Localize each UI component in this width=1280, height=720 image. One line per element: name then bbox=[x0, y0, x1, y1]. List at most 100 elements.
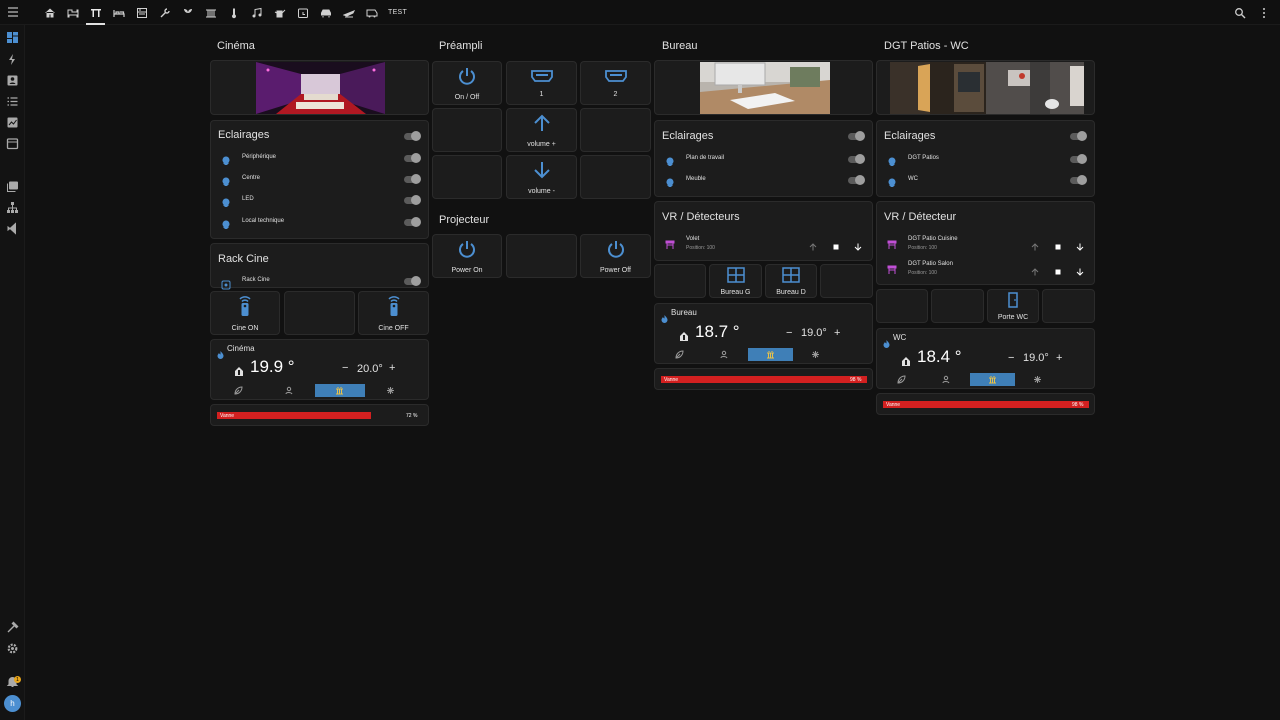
shutter-open-icon[interactable] bbox=[1031, 238, 1039, 251]
menu-icon[interactable] bbox=[6, 5, 20, 19]
increase-temp-button[interactable]: + bbox=[389, 362, 395, 374]
lightbulb-icon[interactable] bbox=[887, 154, 897, 166]
bed-icon[interactable] bbox=[107, 0, 130, 25]
empty-button[interactable] bbox=[432, 155, 502, 199]
light-toggle-local-technique[interactable] bbox=[404, 217, 421, 227]
bureau-d-button[interactable]: Bureau D bbox=[765, 264, 817, 298]
window-shutter-icon[interactable] bbox=[665, 237, 675, 249]
empty-button[interactable] bbox=[580, 108, 651, 152]
tab-test[interactable]: TEST bbox=[388, 9, 407, 16]
frost-mode-icon[interactable] bbox=[365, 384, 416, 397]
camper-icon[interactable] bbox=[360, 0, 383, 25]
dashboard-icon[interactable] bbox=[6, 31, 19, 44]
increase-temp-button[interactable]: + bbox=[834, 327, 840, 339]
account-box-icon[interactable] bbox=[6, 74, 19, 87]
sofa-icon[interactable] bbox=[61, 0, 84, 25]
shutter-close-icon[interactable] bbox=[1076, 238, 1084, 251]
search-icon[interactable] bbox=[1234, 6, 1246, 24]
window-shutter-icon[interactable] bbox=[887, 237, 897, 249]
lightbulb-icon[interactable] bbox=[665, 154, 675, 166]
shutter-close-icon[interactable] bbox=[854, 238, 862, 251]
dgt-picture-card[interactable] bbox=[876, 60, 1095, 115]
empty-button[interactable] bbox=[931, 289, 984, 323]
lightbulb-icon[interactable] bbox=[221, 195, 231, 207]
frost-mode-icon[interactable] bbox=[1015, 373, 1060, 386]
calendar-clock-icon[interactable] bbox=[291, 0, 314, 25]
empty-button[interactable] bbox=[506, 234, 577, 278]
frost-mode-icon[interactable] bbox=[793, 348, 838, 361]
porte-wc-button[interactable]: Porte WC bbox=[987, 289, 1039, 323]
away-mode-icon[interactable] bbox=[702, 348, 747, 361]
window-shutter-icon[interactable] bbox=[887, 262, 897, 274]
shutter-open-icon[interactable] bbox=[809, 238, 817, 251]
decrease-temp-button[interactable]: − bbox=[1008, 352, 1014, 364]
volume-up-button[interactable]: volume + bbox=[506, 108, 577, 152]
watering-can-icon[interactable] bbox=[268, 0, 291, 25]
avatar[interactable]: h bbox=[4, 695, 21, 712]
eco-mode-icon[interactable] bbox=[213, 384, 264, 397]
chart-icon[interactable] bbox=[6, 116, 19, 129]
bureau-picture-card[interactable] bbox=[654, 60, 873, 115]
settings-icon[interactable] bbox=[6, 642, 19, 655]
away-mode-icon[interactable] bbox=[264, 384, 315, 397]
projector-power-on-button[interactable]: Power On bbox=[432, 234, 502, 278]
heat-mode-icon[interactable] bbox=[747, 348, 793, 361]
light-toggle-dgt-patios[interactable] bbox=[1070, 154, 1087, 164]
calendar-icon[interactable] bbox=[6, 137, 19, 150]
light-toggle-plan-de-travail[interactable] bbox=[848, 154, 865, 164]
more-vert-icon[interactable] bbox=[1258, 6, 1270, 24]
empty-button[interactable] bbox=[284, 291, 355, 335]
light-toggle-peripherique[interactable] bbox=[404, 153, 421, 163]
home-icon[interactable] bbox=[38, 0, 61, 25]
dgt-lights-master-toggle[interactable] bbox=[1070, 131, 1087, 141]
light-toggle-wc[interactable] bbox=[1070, 175, 1087, 185]
cine-off-button[interactable]: Cine OFF bbox=[358, 291, 429, 335]
increase-temp-button[interactable]: + bbox=[1056, 352, 1062, 364]
hdmi-2-button[interactable]: 2 bbox=[580, 61, 651, 105]
shutter-stop-icon[interactable] bbox=[1054, 263, 1062, 275]
car-icon[interactable] bbox=[314, 0, 337, 25]
decrease-temp-button[interactable]: − bbox=[342, 362, 348, 374]
light-toggle-led[interactable] bbox=[404, 195, 421, 205]
hdmi-1-button[interactable]: 1 bbox=[506, 61, 577, 105]
lightbulb-icon[interactable] bbox=[221, 174, 231, 186]
garden-icon[interactable] bbox=[176, 0, 199, 25]
tools-icon[interactable] bbox=[153, 0, 176, 25]
thermometer-icon[interactable] bbox=[222, 0, 245, 25]
eco-mode-icon[interactable] bbox=[879, 373, 924, 386]
shutter-stop-icon[interactable] bbox=[832, 238, 840, 250]
preampli-power-button[interactable]: On / Off bbox=[432, 61, 502, 105]
list-icon[interactable] bbox=[6, 95, 19, 108]
sitemap-icon[interactable] bbox=[6, 201, 19, 214]
shutter-open-icon[interactable] bbox=[1031, 263, 1039, 276]
eco-mode-icon[interactable] bbox=[657, 348, 702, 361]
lightbulb-icon[interactable] bbox=[221, 217, 231, 229]
cinema-picture-card[interactable] bbox=[210, 60, 429, 115]
empty-button[interactable] bbox=[1042, 289, 1095, 323]
cine-on-button[interactable]: Cine ON bbox=[210, 291, 280, 335]
media-icon[interactable] bbox=[6, 180, 19, 193]
shutter-close-icon[interactable] bbox=[1076, 263, 1084, 276]
empty-button[interactable] bbox=[820, 264, 873, 298]
empty-button[interactable] bbox=[432, 108, 502, 152]
cinema-lights-master-toggle[interactable] bbox=[404, 131, 421, 141]
hammer-icon[interactable] bbox=[6, 621, 19, 634]
lightning-icon[interactable] bbox=[6, 53, 19, 66]
empty-button[interactable] bbox=[876, 289, 928, 323]
away-mode-icon[interactable] bbox=[924, 373, 969, 386]
light-toggle-centre[interactable] bbox=[404, 174, 421, 184]
shutter-stop-icon[interactable] bbox=[1054, 238, 1062, 250]
heat-mode-icon[interactable] bbox=[314, 384, 366, 397]
plane-icon[interactable] bbox=[337, 0, 360, 25]
theater-icon[interactable] bbox=[84, 0, 107, 25]
vscode-icon[interactable] bbox=[6, 222, 19, 235]
lightbulb-icon[interactable] bbox=[221, 153, 231, 165]
projector-power-off-button[interactable]: Power Off bbox=[580, 234, 651, 278]
lightbulb-icon[interactable] bbox=[665, 175, 675, 187]
bureau-g-button[interactable]: Bureau G bbox=[709, 264, 762, 298]
empty-button[interactable] bbox=[654, 264, 706, 298]
decrease-temp-button[interactable]: − bbox=[786, 327, 792, 339]
volume-down-button[interactable]: volume - bbox=[506, 155, 577, 199]
server-icon[interactable] bbox=[221, 277, 231, 290]
heat-mode-icon[interactable] bbox=[969, 373, 1015, 386]
